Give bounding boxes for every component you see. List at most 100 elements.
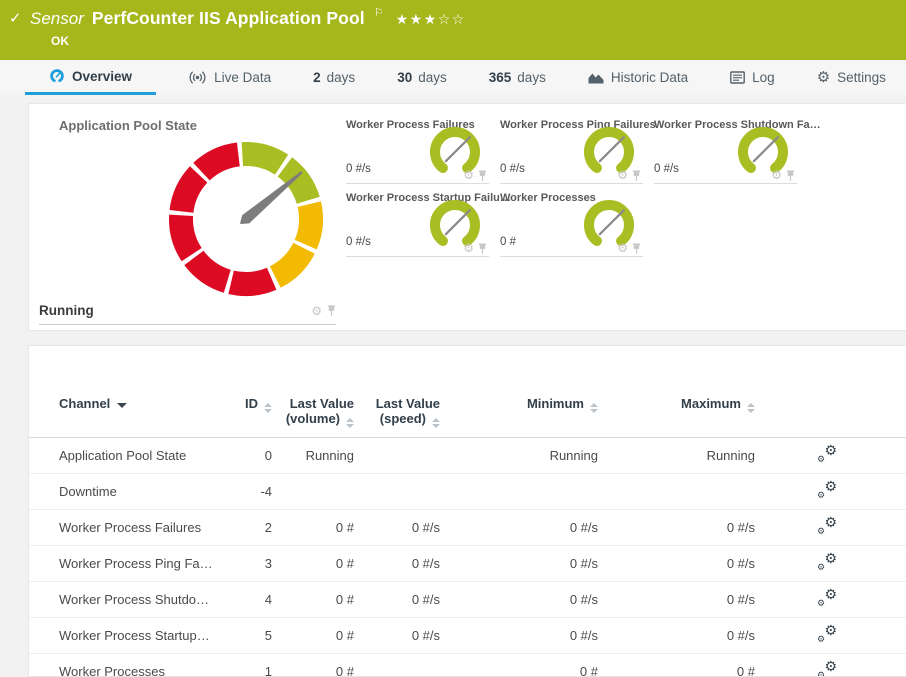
cell-settings: ⚙⚙ <box>759 546 906 582</box>
sort-desc-icon <box>117 403 127 408</box>
gear-icon: ⚙ <box>817 70 830 85</box>
cell-min: 0 #/s <box>444 582 602 618</box>
cell-max: 0 #/s <box>602 546 759 582</box>
channel-table-panel: Channel ID Last Value (volume) Last Valu… <box>28 345 906 677</box>
col-header-settings <box>759 384 906 438</box>
cell-min: 0 #/s <box>444 618 602 654</box>
application-pool-state-gauge <box>161 134 331 304</box>
channel-settings-icon[interactable]: ⚙⚙ <box>817 446 837 463</box>
mini-gauge-value: 0 #/s <box>346 163 371 175</box>
sort-icon <box>747 403 755 413</box>
mini-gauge-grid: Worker Process Failures 0 #/s ⚙ Worker P… <box>346 111 808 257</box>
sort-icon <box>590 403 598 413</box>
cell-id: 0 <box>224 438 276 474</box>
channel-table-body: Application Pool State0RunningRunningRun… <box>29 438 906 677</box>
mini-gauge-cell: Worker Process Shutdown Fa… 0 #/s ⚙ <box>654 111 808 184</box>
gear-icon[interactable]: ⚙ <box>463 242 474 254</box>
pin-icon[interactable] <box>478 243 487 254</box>
cell-channel: Worker Process Shutdo… <box>29 582 224 618</box>
col-header-maximum[interactable]: Maximum <box>602 384 759 438</box>
cell-channel: Application Pool State <box>29 438 224 474</box>
channel-settings-icon[interactable]: ⚙⚙ <box>817 626 837 643</box>
tab-historic-data[interactable]: Historic Data <box>578 60 698 95</box>
gauge-icon <box>49 69 65 84</box>
cell-speed <box>358 438 444 474</box>
pin-icon[interactable] <box>632 170 641 181</box>
mini-gauge-value: 0 #/s <box>500 163 525 175</box>
cell-channel: Worker Process Startup… <box>29 618 224 654</box>
cell-min: 0 # <box>444 654 602 677</box>
gear-icon[interactable]: ⚙ <box>463 169 474 181</box>
cell-id: 3 <box>224 546 276 582</box>
tab-overview[interactable]: Overview <box>25 60 156 95</box>
page-title: PerfCounter IIS Application Pool <box>92 8 365 29</box>
gear-icon[interactable]: ⚙ <box>771 169 782 181</box>
channel-settings-icon[interactable]: ⚙⚙ <box>817 518 837 535</box>
tab-log[interactable]: Log <box>720 60 785 95</box>
channel-settings-icon[interactable]: ⚙⚙ <box>817 482 837 499</box>
sensor-kind-label: Sensor <box>30 9 84 29</box>
pin-icon[interactable] <box>786 170 795 181</box>
channel-table: Channel ID Last Value (volume) Last Valu… <box>29 384 906 677</box>
cell-speed: 0 #/s <box>358 510 444 546</box>
col-header-id[interactable]: ID <box>224 384 276 438</box>
cell-channel: Worker Process Ping Fa… <box>29 546 224 582</box>
tab-live-data[interactable]: Live Data <box>178 60 281 95</box>
cell-min: 0 #/s <box>444 510 602 546</box>
cell-settings: ⚙⚙ <box>759 582 906 618</box>
col-header-last-value-speed[interactable]: Last Value (speed) <box>358 384 444 438</box>
flag-icon[interactable]: ⚐ <box>374 6 384 19</box>
tab-2-days[interactable]: 2 days <box>303 60 365 95</box>
tab-30-days[interactable]: 30 days <box>387 60 457 95</box>
table-row: Worker Process Ping Fa…30 #0 #/s0 #/s0 #… <box>29 546 906 582</box>
tab-settings[interactable]: ⚙ Settings <box>807 60 896 95</box>
cell-channel: Downtime <box>29 474 224 510</box>
cell-speed: 0 #/s <box>358 618 444 654</box>
cell-min: 0 #/s <box>444 546 602 582</box>
pin-icon[interactable] <box>632 243 641 254</box>
table-row: Application Pool State0RunningRunningRun… <box>29 438 906 474</box>
col-header-last-value-volume[interactable]: Last Value (volume) <box>276 384 358 438</box>
cell-id: 2 <box>224 510 276 546</box>
gear-icon[interactable]: ⚙ <box>311 305 322 317</box>
col-header-channel[interactable]: Channel <box>29 384 224 438</box>
log-icon <box>730 71 745 84</box>
tab-365-days[interactable]: 365 days <box>479 60 556 95</box>
col-header-minimum[interactable]: Minimum <box>444 384 602 438</box>
cell-id: 4 <box>224 582 276 618</box>
cell-speed <box>358 474 444 510</box>
cell-max: 0 #/s <box>602 582 759 618</box>
cell-settings: ⚙⚙ <box>759 438 906 474</box>
cell-volume: 0 # <box>276 654 358 677</box>
mini-gauge-value: 0 #/s <box>654 163 679 175</box>
cell-volume: Running <box>276 438 358 474</box>
cell-id: -4 <box>224 474 276 510</box>
channel-settings-icon[interactable]: ⚙⚙ <box>817 554 837 571</box>
cell-channel: Worker Processes <box>29 654 224 677</box>
gear-icon[interactable]: ⚙ <box>617 169 628 181</box>
gear-icon[interactable]: ⚙ <box>617 242 628 254</box>
pin-icon[interactable] <box>478 170 487 181</box>
mini-gauge-cell: Worker Processes 0 # ⚙ <box>500 184 654 257</box>
tab-bar: Overview Live Data 2 days 30 days 365 da… <box>0 60 906 95</box>
cell-volume: 0 # <box>276 618 358 654</box>
table-row: Worker Process Failures20 #0 #/s0 #/s0 #… <box>29 510 906 546</box>
cell-settings: ⚙⚙ <box>759 618 906 654</box>
cell-id: 1 <box>224 654 276 677</box>
table-row: Downtime-4 ⚙⚙ <box>29 474 906 510</box>
cell-max: 0 # <box>602 654 759 677</box>
cell-id: 5 <box>224 618 276 654</box>
check-icon: ✓ <box>9 9 22 27</box>
cell-max: Running <box>602 438 759 474</box>
pin-icon[interactable] <box>327 305 336 316</box>
cell-volume <box>276 474 358 510</box>
gauge-panel: Application Pool State Running ⚙ Worker … <box>28 103 906 331</box>
sort-icon <box>264 403 272 413</box>
cell-max: 0 #/s <box>602 618 759 654</box>
table-header-row: Channel ID Last Value (volume) Last Valu… <box>29 384 906 438</box>
cell-speed: 0 #/s <box>358 546 444 582</box>
priority-stars[interactable]: ★★★☆☆ <box>396 11 466 28</box>
channel-settings-icon[interactable]: ⚙⚙ <box>817 590 837 607</box>
status-badge: OK <box>51 34 906 48</box>
table-row: Worker Processes10 #0 #0 #⚙⚙ <box>29 654 906 677</box>
